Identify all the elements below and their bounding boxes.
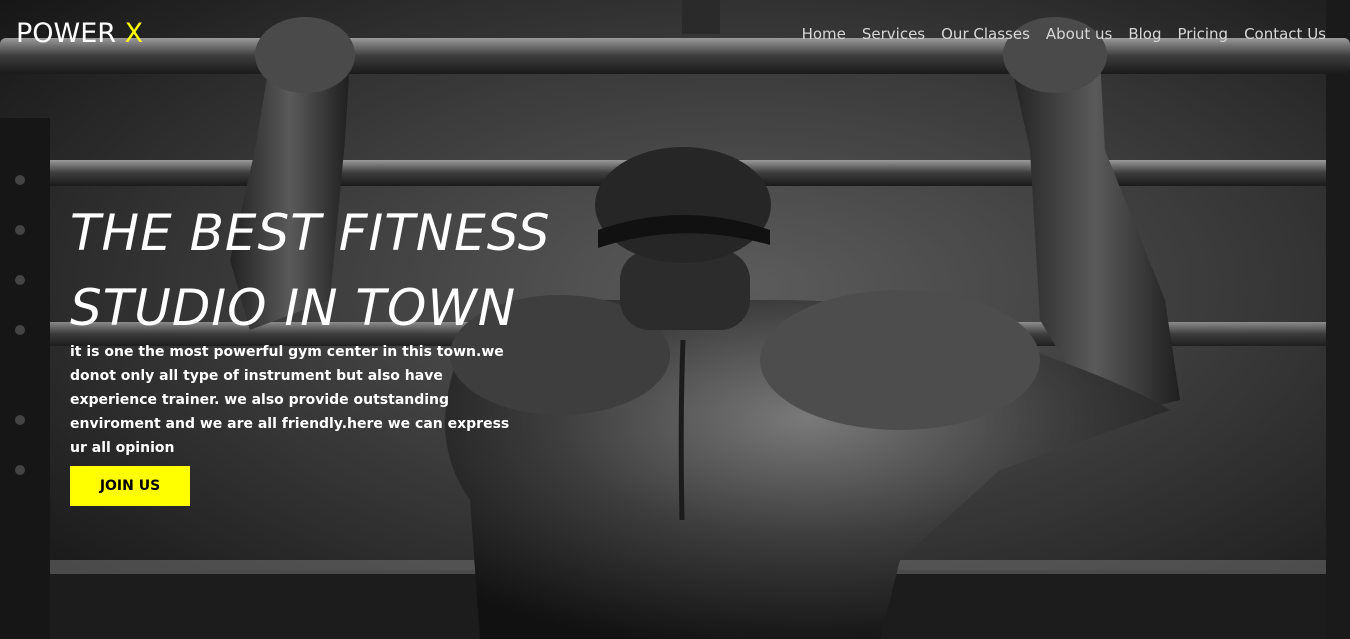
nav-item-pricing[interactable]: Pricing bbox=[1178, 25, 1229, 43]
nav-item-contact-us[interactable]: Contact Us bbox=[1244, 25, 1326, 43]
brand-name: POWER bbox=[16, 18, 117, 49]
nav-item-home[interactable]: Home bbox=[802, 25, 846, 43]
main-nav: Home Services Our Classes About us Blog … bbox=[786, 25, 1326, 43]
nav-item-blog[interactable]: Blog bbox=[1128, 25, 1161, 43]
hero-headline-line-2: STUDIO IN TOWN bbox=[70, 279, 517, 337]
brand-accent: X bbox=[124, 18, 144, 49]
join-us-button[interactable]: JOIN US bbox=[70, 466, 190, 506]
hero-headline-line-1: THE BEST FITNESS bbox=[70, 204, 551, 262]
hero-description: it is one the most powerful gym center i… bbox=[70, 344, 510, 456]
hero-headline: THE BEST FITNESS STUDIO IN TOWN bbox=[70, 196, 610, 346]
nav-item-about-us[interactable]: About us bbox=[1046, 25, 1112, 43]
nav-item-services[interactable]: Services bbox=[862, 25, 925, 43]
nav-item-our-classes[interactable]: Our Classes bbox=[941, 25, 1030, 43]
hero-section: POWER X Home Services Our Classes About … bbox=[0, 0, 1350, 639]
brand-logo[interactable]: POWER X bbox=[16, 18, 143, 49]
